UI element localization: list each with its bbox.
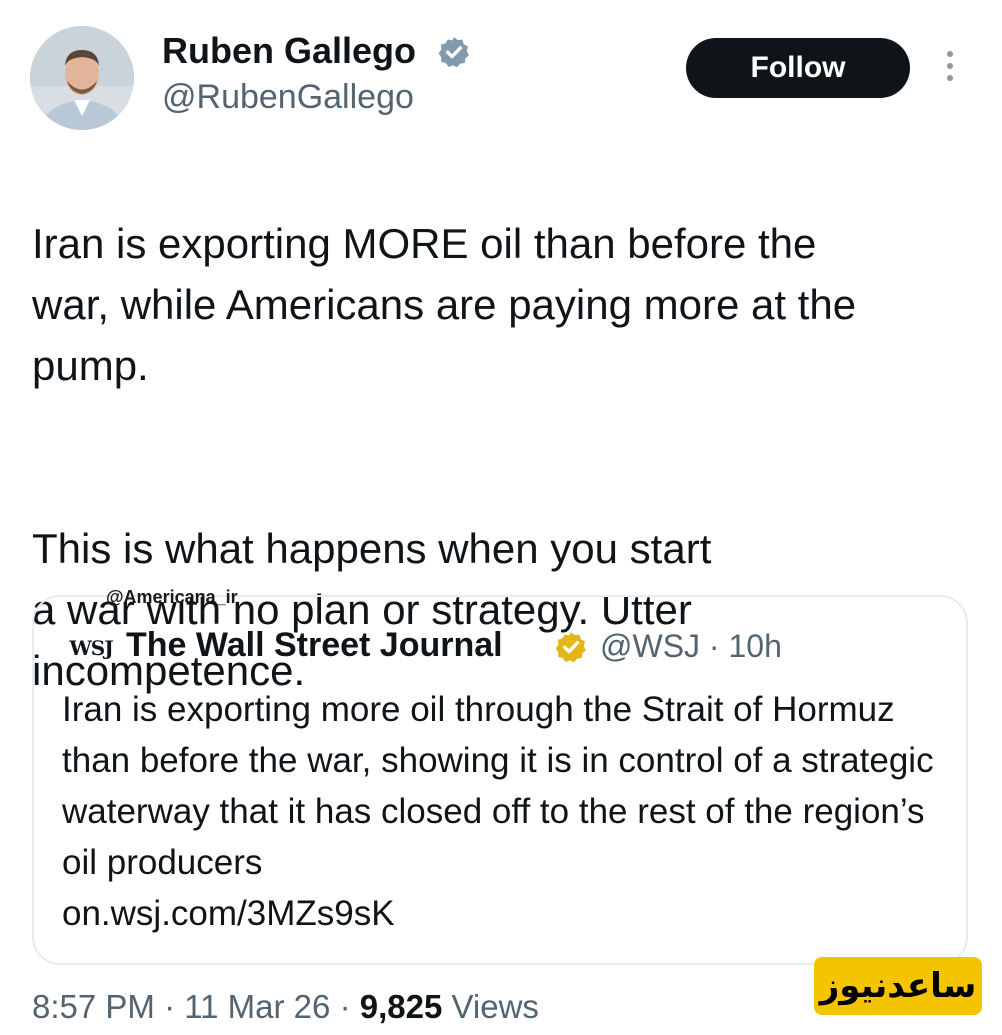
views-count: 9,825	[359, 988, 443, 1025]
quoted-author-handle[interactable]: @WSJ	[600, 628, 700, 664]
verified-organization-badge-icon	[555, 632, 586, 663]
tweet-paragraph: Iran is exporting MORE oil than before t…	[32, 220, 857, 389]
views-label: Views	[451, 988, 539, 1025]
footer-separator: ·	[164, 988, 176, 1025]
quoted-tweet-text: Iran is exporting more oil through the S…	[62, 684, 942, 939]
quoted-tweet-meta: @WSJ · 10h	[600, 628, 782, 665]
avatar-image	[30, 26, 134, 130]
quoted-tweet-link[interactable]: on.wsj.com/3MZs9sK	[62, 888, 942, 939]
tweet-footer: 8:57 PM · 11 Mar 26 · 9,825 Views	[32, 988, 539, 1026]
author-handle[interactable]: @RubenGallego	[162, 78, 414, 117]
brand-watermark-logo: ساعدنیوز	[814, 957, 982, 1015]
quoted-author-name[interactable]: The Wall Street Journal	[126, 626, 503, 665]
quoted-tweet-time[interactable]: 10h	[728, 628, 781, 664]
meta-separator: ·	[708, 628, 720, 664]
tweet-time[interactable]: 8:57 PM	[32, 988, 155, 1025]
wsj-logo[interactable]: WSJ	[64, 628, 118, 668]
tweet-date[interactable]: 11 Mar 26	[184, 988, 330, 1025]
follow-button[interactable]: Follow	[686, 38, 910, 98]
verified-badge-icon	[438, 37, 469, 68]
quoted-tweet-body: Iran is exporting more oil through the S…	[62, 690, 934, 882]
watermark-handle: @Americana_ir	[106, 587, 238, 607]
footer-separator: ·	[339, 988, 351, 1025]
more-vertical-icon[interactable]	[936, 46, 964, 86]
author-avatar[interactable]	[30, 26, 134, 130]
author-name[interactable]: Ruben Gallego	[162, 30, 416, 72]
